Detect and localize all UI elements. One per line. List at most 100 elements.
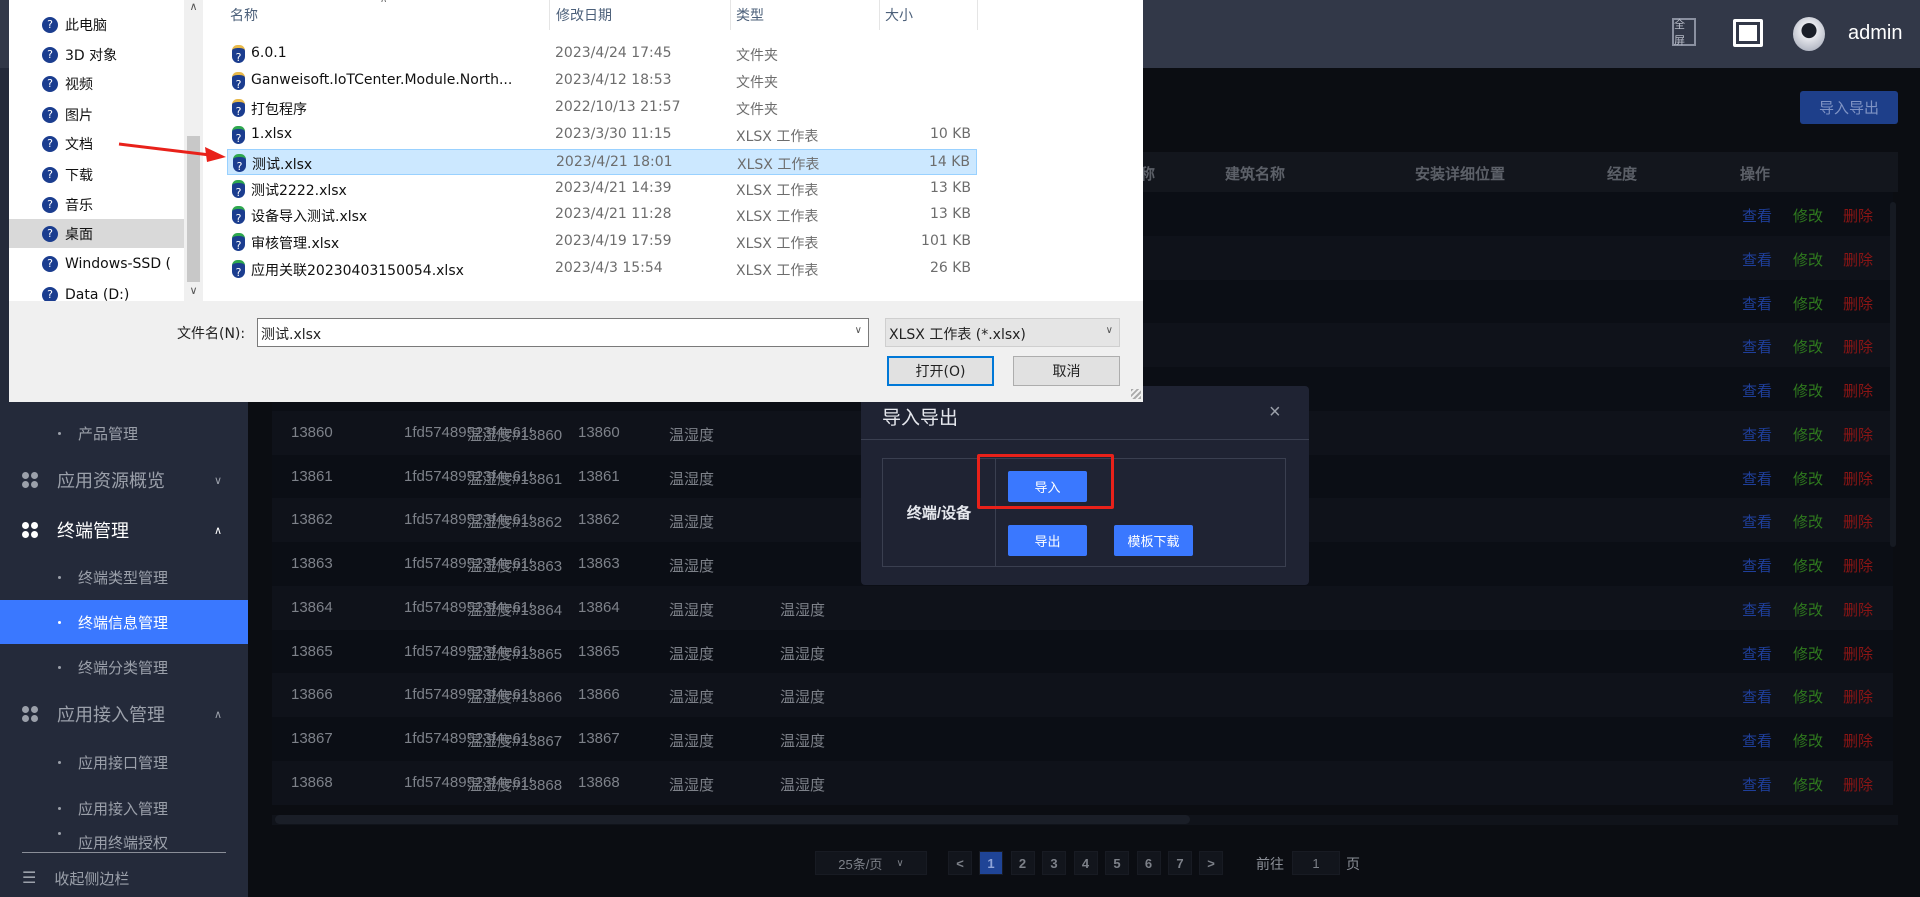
action-edit-link[interactable]: 修改 (1793, 643, 1823, 664)
page-button-6[interactable]: 6 (1136, 851, 1161, 875)
action-edit-link[interactable]: 修改 (1793, 205, 1823, 226)
action-delete-link[interactable]: 删除 (1843, 249, 1873, 270)
action-delete-link[interactable]: 删除 (1843, 555, 1873, 576)
page-button-7[interactable]: 7 (1168, 851, 1192, 875)
sidebar-item[interactable]: 终端信息管理 (0, 600, 248, 644)
file-row[interactable]: ? 测试2222.xlsx 2023/4/21 14:39 XLSX 工作表 13 KB (227, 176, 977, 202)
file-row[interactable]: ? 应用关联20230403150054.xlsx 2023/4/3 15:54 XL… (227, 256, 977, 282)
action-delete-link[interactable]: 删除 (1843, 730, 1873, 751)
cancel-button[interactable]: 取消 (1013, 356, 1120, 386)
action-view-link[interactable]: 查看 (1742, 293, 1772, 314)
col-date[interactable]: 修改日期 (556, 5, 612, 25)
nav-item[interactable]: ? Windows-SSD ( (9, 249, 184, 278)
action-edit-link[interactable]: 修改 (1793, 511, 1823, 532)
page-size-select[interactable]: 25条/页 ∨ (815, 851, 927, 875)
action-delete-link[interactable]: 删除 (1843, 511, 1873, 532)
filename-input[interactable]: 测试.xlsx ∨ (257, 318, 869, 347)
page-button-2[interactable]: 2 (1010, 851, 1035, 875)
username[interactable]: admin (1848, 22, 1902, 45)
action-delete-link[interactable]: 删除 (1843, 599, 1873, 620)
fullscreen-text-icon[interactable]: 全屏 (1672, 18, 1696, 47)
sidebar-item[interactable]: 应用接入管理 ∧ (0, 692, 248, 736)
open-button[interactable]: 打开(O) (887, 356, 994, 386)
action-view-link[interactable]: 查看 (1742, 468, 1772, 489)
col-type[interactable]: 类型 (736, 5, 764, 25)
action-edit-link[interactable]: 修改 (1793, 380, 1823, 401)
column-separator[interactable] (730, 0, 731, 30)
action-delete-link[interactable]: 删除 (1843, 643, 1873, 664)
file-row[interactable]: ? 测试.xlsx 2023/4/21 18:01 XLSX 工作表 14 KB (227, 148, 977, 175)
action-edit-link[interactable]: 修改 (1793, 468, 1823, 489)
action-delete-link[interactable]: 删除 (1843, 424, 1873, 445)
import-export-button[interactable]: 导入导出 (1800, 91, 1898, 124)
vertical-scrollbar[interactable] (1890, 202, 1896, 547)
col-size[interactable]: 大小 (885, 5, 913, 25)
action-view-link[interactable]: 查看 (1742, 643, 1772, 664)
chevron-down-icon[interactable]: ∨ (855, 325, 862, 336)
page-button-5[interactable]: 5 (1105, 851, 1129, 875)
avatar[interactable] (1793, 17, 1825, 51)
sidebar-item[interactable]: 应用终端授权 (0, 832, 248, 852)
file-row[interactable]: ? 打包程序 2022/10/13 21:57 文件夹 (227, 95, 977, 121)
close-icon[interactable]: × (1269, 401, 1281, 424)
sidebar-item[interactable]: 应用接口管理 (0, 740, 248, 784)
sidebar-item[interactable]: 应用资源概览 ∨ (0, 458, 248, 502)
action-view-link[interactable]: 查看 (1742, 555, 1772, 576)
file-row[interactable]: ? 1.xlsx 2023/3/30 11:15 XLSX 工作表 10 KB (227, 122, 977, 148)
action-delete-link[interactable]: 删除 (1843, 468, 1873, 489)
action-view-link[interactable]: 查看 (1742, 336, 1772, 357)
action-edit-link[interactable]: 修改 (1793, 293, 1823, 314)
action-edit-link[interactable]: 修改 (1793, 424, 1823, 445)
goto-page-input[interactable]: 1 (1292, 851, 1340, 875)
action-edit-link[interactable]: 修改 (1793, 730, 1823, 751)
nav-item[interactable]: ? 桌面 (9, 219, 184, 248)
scroll-down-icon[interactable]: ∨ (184, 284, 203, 297)
action-edit-link[interactable]: 修改 (1793, 686, 1823, 707)
action-view-link[interactable]: 查看 (1742, 511, 1772, 532)
action-edit-link[interactable]: 修改 (1793, 774, 1823, 795)
file-row[interactable]: ? 6.0.1 2023/4/24 17:45 文件夹 (227, 41, 977, 67)
template-download-button[interactable]: 模板下载 (1114, 525, 1193, 556)
action-view-link[interactable]: 查看 (1742, 686, 1772, 707)
action-view-link[interactable]: 查看 (1742, 249, 1772, 270)
action-edit-link[interactable]: 修改 (1793, 555, 1823, 576)
column-separator[interactable] (549, 0, 550, 30)
file-row[interactable]: ? Ganweisoft.IoTCenter.Module.North... 202… (227, 68, 977, 94)
action-delete-link[interactable]: 删除 (1843, 293, 1873, 314)
export-button[interactable]: 导出 (1008, 525, 1087, 556)
action-edit-link[interactable]: 修改 (1793, 599, 1823, 620)
action-view-link[interactable]: 查看 (1742, 380, 1772, 401)
action-view-link[interactable]: 查看 (1742, 774, 1772, 795)
page-button-3[interactable]: 3 (1042, 851, 1066, 875)
action-delete-link[interactable]: 删除 (1843, 380, 1873, 401)
column-separator[interactable] (879, 0, 880, 30)
file-row[interactable]: ? 审核管理.xlsx 2023/4/19 17:59 XLSX 工作表 101 KB (227, 229, 977, 255)
action-view-link[interactable]: 查看 (1742, 730, 1772, 751)
fullscreen-icon[interactable] (1733, 19, 1763, 47)
action-delete-link[interactable]: 删除 (1843, 205, 1873, 226)
action-edit-link[interactable]: 修改 (1793, 336, 1823, 357)
action-view-link[interactable]: 查看 (1742, 599, 1772, 620)
action-delete-link[interactable]: 删除 (1843, 774, 1873, 795)
action-edit-link[interactable]: 修改 (1793, 249, 1823, 270)
action-delete-link[interactable]: 删除 (1843, 336, 1873, 357)
horizontal-scrollbar[interactable] (275, 815, 1190, 824)
action-delete-link[interactable]: 删除 (1843, 686, 1873, 707)
sidebar-item[interactable]: 终端分类管理 (0, 645, 248, 689)
resize-grip-icon[interactable] (1131, 389, 1141, 399)
page-button-1[interactable]: 1 (979, 851, 1003, 875)
action-view-link[interactable]: 查看 (1742, 424, 1772, 445)
next-page-button[interactable]: > (1199, 851, 1223, 875)
action-view-link[interactable]: 查看 (1742, 205, 1772, 226)
file-type-select[interactable]: XLSX 工作表 (*.xlsx) ∨ (885, 318, 1120, 347)
sidebar-item[interactable]: 产品管理 (0, 411, 248, 455)
nav-item[interactable]: ? 音乐 (9, 190, 184, 219)
prev-page-button[interactable]: < (948, 851, 972, 875)
page-button-4[interactable]: 4 (1073, 851, 1098, 875)
sidebar-item[interactable]: 终端类型管理 (0, 555, 248, 599)
file-row[interactable]: ? 设备导入测试.xlsx 2023/4/21 11:28 XLSX 工作表 13 KB (227, 202, 977, 228)
collapse-sidebar-button[interactable]: ☰ 收起侧边栏 (22, 866, 129, 890)
sidebar-item[interactable]: 终端管理 ∧ (0, 508, 248, 552)
column-separator[interactable] (977, 0, 978, 30)
sidebar-item[interactable]: 应用接入管理 (0, 786, 248, 830)
